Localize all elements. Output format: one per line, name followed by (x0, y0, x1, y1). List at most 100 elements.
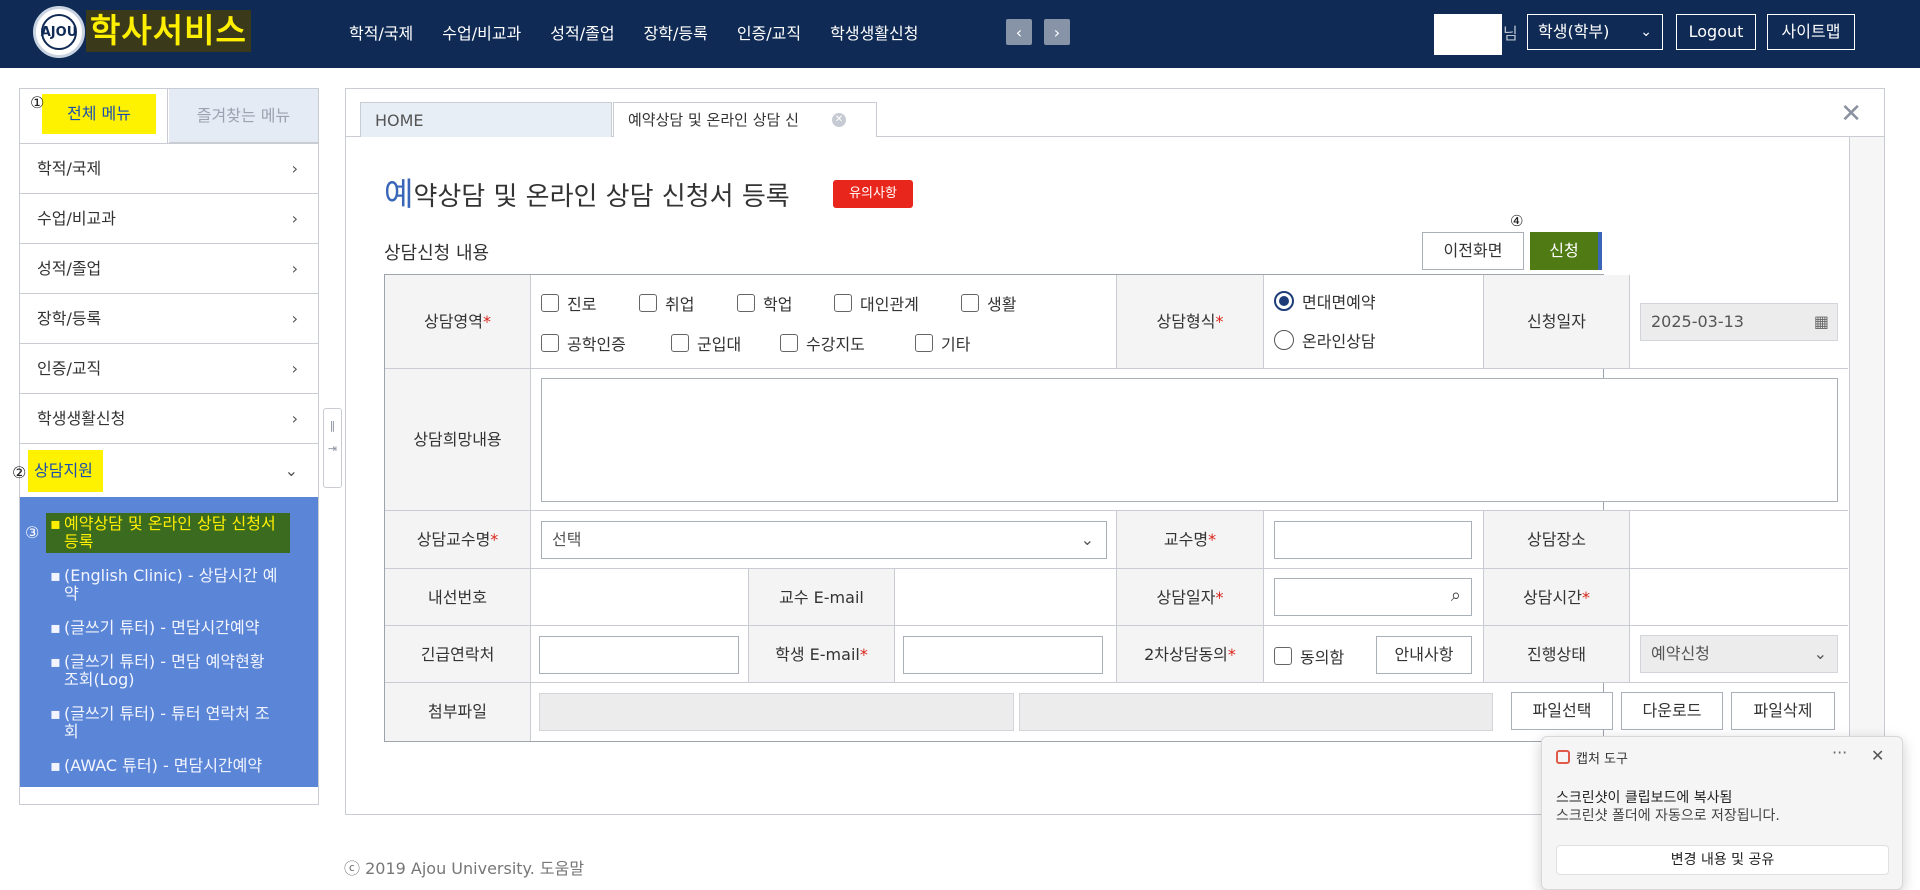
checkbox-relationship[interactable]: 대인관계 (834, 291, 919, 315)
area-label-cell: 상담영역* (385, 275, 531, 369)
sidebar-item-label: 수업/비교과 (37, 209, 116, 228)
sidebar-item-grades[interactable]: 성적/졸업 › (20, 243, 318, 293)
wish-content-cell (531, 369, 1848, 511)
page-title-first: 예 (384, 175, 414, 213)
chevron-right-icon: › (291, 309, 298, 328)
bullet-icon: ▪ (50, 652, 61, 671)
brand-title[interactable]: 학사서비스 (86, 10, 251, 52)
checkbox-label: 동의함 (1300, 648, 1345, 667)
checkbox-box (541, 294, 559, 312)
checkbox-etc[interactable]: 기타 (915, 331, 970, 355)
apply-button[interactable]: 신청 (1530, 232, 1602, 270)
agree-checkbox[interactable]: 동의함 (1274, 644, 1344, 668)
sidebar-item-academic[interactable]: 학적/국제 › (20, 143, 318, 193)
attach-label: 첨부파일 (428, 702, 487, 721)
checkbox-career[interactable]: 진로 (541, 291, 596, 315)
status-select[interactable]: 예약신청 ⌄ (1640, 635, 1838, 673)
professor-select[interactable]: 선택 ⌄ (541, 521, 1107, 559)
topnav-item-academic[interactable]: 학적/국제 (349, 20, 413, 44)
nav-prev-arrow-icon[interactable]: ‹ (1006, 19, 1032, 45)
checkbox-engineering-cert[interactable]: 공학인증 (541, 331, 626, 355)
role-select[interactable]: 학생(학부) ⌄ (1527, 14, 1663, 50)
nav-next-arrow-icon[interactable]: › (1044, 19, 1070, 45)
status-select-value: 예약신청 (1651, 644, 1710, 663)
close-all-tabs-icon[interactable]: ✕ (1840, 99, 1862, 129)
sidebar-item-classes[interactable]: 수업/비교과 › (20, 193, 318, 243)
wish-label: 상담희망내용 (413, 430, 502, 449)
checkbox-box (737, 294, 755, 312)
section-title: 상담신청 내용 (384, 243, 490, 264)
checkbox-box (639, 294, 657, 312)
notice-badge[interactable]: 유의사항 (833, 180, 913, 208)
consult-time-label: 상담시간 (1523, 588, 1582, 607)
submenu-item-reservation[interactable]: ▪ 예약상담 및 온라인 상담 신청서 등록 (46, 513, 290, 553)
sidebar-item-label: 장학/등록 (37, 309, 102, 328)
area-options: 진로 취업 학업 대인관계 생활 공학인증 군입대 수강지도 기타 (531, 275, 1117, 369)
guide-button[interactable]: 안내사항 (1376, 636, 1472, 674)
second-consent-label: 2차상담동의 (1144, 645, 1228, 664)
topnav-item-scholarship[interactable]: 장학/등록 (644, 20, 708, 44)
checkbox-label: 생활 (987, 295, 1017, 314)
close-icon[interactable]: ✕ (1871, 746, 1884, 765)
submenu-item-tutor-contact[interactable]: ▪ (글쓰기 튜터) - 튜터 연락처 조회 (50, 705, 282, 745)
top-nav: 학적/국제 수업/비교과 성적/졸업 장학/등록 인증/교직 학생생활신청 (349, 20, 947, 44)
role-select-value: 학생(학부) (1538, 22, 1610, 41)
submenu-item-english-clinic[interactable]: ▪ (English Clinic) - 상담시간 예약 (50, 567, 282, 607)
download-button[interactable]: 다운로드 (1621, 692, 1723, 730)
logout-button[interactable]: Logout (1676, 14, 1756, 50)
submenu-item-label: (AWAC 튜터) - 면담시간예약 (64, 756, 263, 775)
submenu-item-writing-log[interactable]: ▪ (글쓰기 튜터) - 면담 예약현황 조회(Log) (50, 653, 282, 693)
student-email-input[interactable] (903, 636, 1103, 674)
checkbox-military[interactable]: 군입대 (671, 331, 741, 355)
radio-online[interactable]: 온라인상담 (1274, 328, 1376, 352)
topnav-item-grades[interactable]: 성적/졸업 (550, 20, 614, 44)
radio-label: 면대면예약 (1302, 293, 1376, 312)
sidebar-item-certification[interactable]: 인증/교직 › (20, 343, 318, 393)
required-mark: * (859, 645, 868, 664)
emergency-contact-input[interactable] (539, 636, 739, 674)
prof-label: 상담교수명 (416, 530, 491, 549)
university-logo[interactable]: AJOU (33, 6, 85, 58)
radio-face-to-face[interactable]: 면대면예약 (1274, 289, 1376, 313)
prof-email-value-cell (895, 569, 1117, 626)
required-mark: * (482, 312, 491, 331)
more-options-icon[interactable]: ··· (1832, 743, 1847, 762)
file-delete-button[interactable]: 파일삭제 (1731, 692, 1835, 730)
footer-copyright[interactable]: ⓒ 2019 Ajou University. 도움말 (344, 855, 584, 879)
tab-home[interactable]: HOME (360, 102, 612, 137)
wish-content-textarea[interactable] (541, 378, 1838, 502)
checkbox-study[interactable]: 학업 (737, 291, 792, 315)
search-icon[interactable]: ⌕ (1451, 585, 1461, 606)
sidebar-item-scholarship[interactable]: 장학/등록 › (20, 293, 318, 343)
checkbox-course-guide[interactable]: 수강지도 (780, 331, 865, 355)
topnav-item-certification[interactable]: 인증/교직 (737, 20, 801, 44)
close-tab-icon[interactable]: ✕ (832, 113, 846, 127)
apply-date-value: 2025-03-13 (1651, 312, 1744, 331)
submenu-item-awac[interactable]: ▪ (AWAC 튜터) - 면담시간예약 (50, 757, 282, 779)
submenu-item-writing-appointment[interactable]: ▪ (글쓰기 튜터) - 면담시간예약 (50, 619, 282, 641)
edit-and-share-button[interactable]: 변경 내용 및 공유 (1556, 845, 1889, 875)
consult-date-input[interactable]: ⌕ (1274, 578, 1472, 616)
sidebar-splitter[interactable]: ‖ ⇥ (323, 408, 342, 488)
sitemap-button[interactable]: 사이트맵 (1767, 14, 1855, 50)
topnav-item-classes[interactable]: 수업/비교과 (442, 20, 521, 44)
capture-tool-toast[interactable]: 캡처 도구 ··· ✕ 스크린샷이 클립보드에 복사됨 스크린샷 폴더에 자동으… (1541, 736, 1903, 890)
sidebar-item-counseling[interactable]: 상담지원 ⌄ (20, 443, 318, 497)
checkbox-box (1274, 647, 1292, 665)
sidebar-item-label: 인증/교직 (37, 359, 102, 378)
professor-name-input[interactable] (1274, 521, 1472, 559)
prev-page-button[interactable]: 이전화면 (1422, 232, 1524, 270)
collapse-icon[interactable]: ⇥ (324, 442, 341, 455)
sidebar-item-student-life[interactable]: 학생생활신청 › (20, 393, 318, 443)
calendar-icon[interactable]: ▦ (1814, 304, 1829, 340)
file-select-button[interactable]: 파일선택 (1511, 692, 1613, 730)
required-mark: * (490, 530, 499, 549)
topnav-item-student-life[interactable]: 학생생활신청 (830, 20, 918, 44)
tab-favorite-menu[interactable]: 즐겨찾는 메뉴 (169, 89, 318, 143)
tab-reservation[interactable]: 예약상담 및 온라인 상담 신 ✕ (613, 102, 877, 138)
apply-date-field[interactable]: 2025-03-13 ▦ (1640, 303, 1838, 341)
type-options: 면대면예약 온라인상담 (1264, 275, 1484, 369)
content-area: 예약상담 및 온라인 상담 신청서 등록 유의사항 상담신청 내용 ④ 이전화면… (346, 137, 1884, 814)
checkbox-life[interactable]: 생활 (961, 291, 1016, 315)
checkbox-employment[interactable]: 취업 (639, 291, 694, 315)
